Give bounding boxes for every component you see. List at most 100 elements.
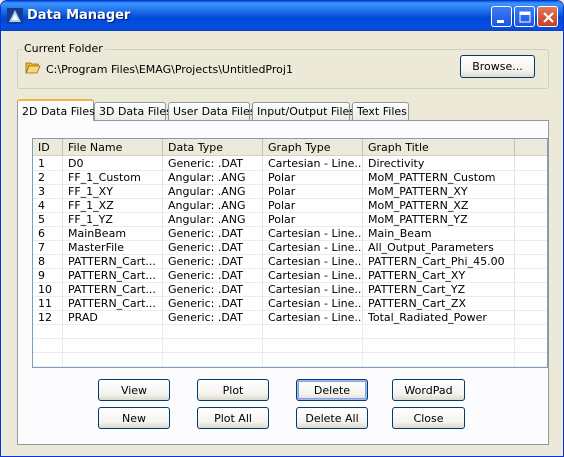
table-row[interactable]: 3 FF_1_XY Angular: .ANG Polar MoM_PATTERN_XY [33, 185, 547, 199]
cell-file-name: D0 [63, 157, 163, 171]
tab-label: Text Files [357, 105, 407, 118]
title-bar[interactable]: Data Manager [1, 1, 563, 31]
cell-data-type: Generic: .DAT [163, 283, 263, 297]
new-button[interactable]: New [98, 407, 170, 429]
table-row[interactable]: 9 PATTERN_Cart... Generic: .DAT Cartesian -… [33, 269, 547, 283]
cell-data-type: Generic: .DAT [163, 227, 263, 241]
view-button[interactable]: View [98, 379, 170, 401]
cell-graph-title: All_Output_Parameters [363, 241, 515, 255]
cell-data-type: Generic: .DAT [163, 241, 263, 255]
cell-graph-type: Cartesian - Line... [263, 269, 363, 283]
cell-graph-type: Cartesian - Line... [263, 227, 363, 241]
cell-file-name: FF_1_Custom [63, 171, 163, 185]
table-row[interactable]: 5 FF_1_YZ Angular: .ANG Polar MoM_PATTERN_YZ [33, 213, 547, 227]
current-folder-label: Current Folder [22, 42, 105, 55]
cell-id: 6 [33, 227, 63, 241]
table-row[interactable]: 6 MainBeam Generic: .DAT Cartesian - Line..… [33, 227, 547, 241]
cell-graph-title: Main_Beam [363, 227, 515, 241]
tab-user-data-files[interactable]: User Data Files [168, 102, 255, 120]
tab-2d-data-files[interactable]: 2D Data Files [17, 99, 95, 121]
data-files-table[interactable]: ID File Name Data Type Graph Type Graph … [32, 138, 548, 368]
cell-id: 8 [33, 255, 63, 269]
cell-graph-title: PATTERN_Cart_XY [363, 269, 515, 283]
close-window-button[interactable] [537, 6, 558, 27]
cell-file-name: FF_1_XY [63, 185, 163, 199]
plot-all-button[interactable]: Plot All [197, 407, 269, 429]
table-row[interactable]: 12 PRAD Generic: .DAT Cartesian - Line... To… [33, 311, 547, 325]
close-icon [543, 12, 554, 23]
row-gridline [33, 198, 547, 199]
table-row[interactable]: 2 FF_1_Custom Angular: .ANG Polar MoM_PATTER… [33, 171, 547, 185]
cell-graph-title: Total_Radiated_Power [363, 311, 515, 325]
cell-data-type: Generic: .DAT [163, 255, 263, 269]
cell-data-type: Angular: .ANG [163, 185, 263, 199]
row-gridline [33, 240, 547, 241]
cell-graph-title: PATTERN_Cart_Phi_45.00 [363, 255, 515, 269]
cell-file-name: PATTERN_Cart... [63, 283, 163, 297]
table-row[interactable]: 11 PATTERN_Cart... Generic: .DAT Cartesian … [33, 297, 547, 311]
tab-text-files[interactable]: Text Files [352, 102, 409, 120]
delete-all-button[interactable]: Delete All [296, 407, 368, 429]
cell-data-type: Generic: .DAT [163, 157, 263, 171]
plot-button[interactable]: Plot [197, 379, 269, 401]
cell-id: 5 [33, 213, 63, 227]
column-header-graph-type[interactable]: Graph Type [263, 139, 363, 156]
table-row[interactable]: 8 PATTERN_Cart... Generic: .DAT Cartesian -… [33, 255, 547, 269]
row-gridline [33, 324, 547, 325]
cell-graph-type: Cartesian - Line... [263, 157, 363, 171]
cell-graph-type: Cartesian - Line... [263, 241, 363, 255]
minimize-button[interactable] [491, 6, 512, 27]
close-button[interactable]: Close [392, 407, 465, 429]
cell-graph-type: Cartesian - Line... [263, 311, 363, 325]
row-gridline [33, 212, 547, 213]
app-icon [7, 8, 23, 24]
cell-graph-title: MoM_PATTERN_Custom [363, 171, 515, 185]
column-header-file-name[interactable]: File Name [63, 139, 163, 156]
tab-input-output-files[interactable]: Input/Output Files [252, 102, 355, 120]
tab-label: Input/Output Files [257, 105, 356, 118]
delete-button[interactable]: Delete [296, 379, 368, 401]
cell-id: 9 [33, 269, 63, 283]
cell-data-type: Generic: .DAT [163, 311, 263, 325]
cell-id: 10 [33, 283, 63, 297]
cell-file-name: PATTERN_Cart... [63, 297, 163, 311]
cell-file-name: MainBeam [63, 227, 163, 241]
cell-data-type: Generic: .DAT [163, 297, 263, 311]
cell-file-name: PATTERN_Cart... [63, 255, 163, 269]
maximize-button[interactable] [514, 6, 535, 27]
cell-graph-type: Cartesian - Line... [263, 297, 363, 311]
cell-id: 7 [33, 241, 63, 255]
column-header-data-type[interactable]: Data Type [163, 139, 263, 156]
tab-3d-data-files[interactable]: 3D Data Files [94, 102, 172, 120]
row-gridline [33, 296, 547, 297]
cell-graph-type: Polar [263, 185, 363, 199]
table-row[interactable]: 1 D0 Generic: .DAT Cartesian - Line... Direc… [33, 157, 547, 171]
tab-label: 2D Data Files [22, 104, 95, 118]
row-gridline [33, 170, 547, 171]
row-gridline [33, 254, 547, 255]
row-gridline [33, 268, 547, 269]
cell-id: 3 [33, 185, 63, 199]
wordpad-button[interactable]: WordPad [392, 379, 465, 401]
row-gridline [33, 184, 547, 185]
browse-button[interactable]: Browse... [460, 55, 535, 78]
cell-id: 11 [33, 297, 63, 311]
row-gridline [33, 282, 547, 283]
minimize-icon [497, 20, 504, 23]
cell-data-type: Generic: .DAT [163, 269, 263, 283]
table-header: ID File Name Data Type Graph Type Graph … [33, 139, 547, 156]
cell-graph-type: Polar [263, 199, 363, 213]
column-header-id[interactable]: ID [33, 139, 63, 156]
column-header-graph-title[interactable]: Graph Title [363, 139, 515, 156]
row-gridline [33, 366, 547, 367]
table-row[interactable]: 7 MasterFile Generic: .DAT Cartesian - Line… [33, 241, 547, 255]
cell-graph-type: Polar [263, 213, 363, 227]
cell-graph-title: PATTERN_Cart_ZX [363, 297, 515, 311]
cell-id: 1 [33, 157, 63, 171]
cell-graph-type: Polar [263, 171, 363, 185]
cell-file-name: FF_1_YZ [63, 213, 163, 227]
row-gridline [33, 352, 547, 353]
table-row[interactable]: 4 FF_1_XZ Angular: .ANG Polar MoM_PATTERN_XZ [33, 199, 547, 213]
cell-id: 12 [33, 311, 63, 325]
table-row[interactable]: 10 PATTERN_Cart... Generic: .DAT Cartesian … [33, 283, 547, 297]
